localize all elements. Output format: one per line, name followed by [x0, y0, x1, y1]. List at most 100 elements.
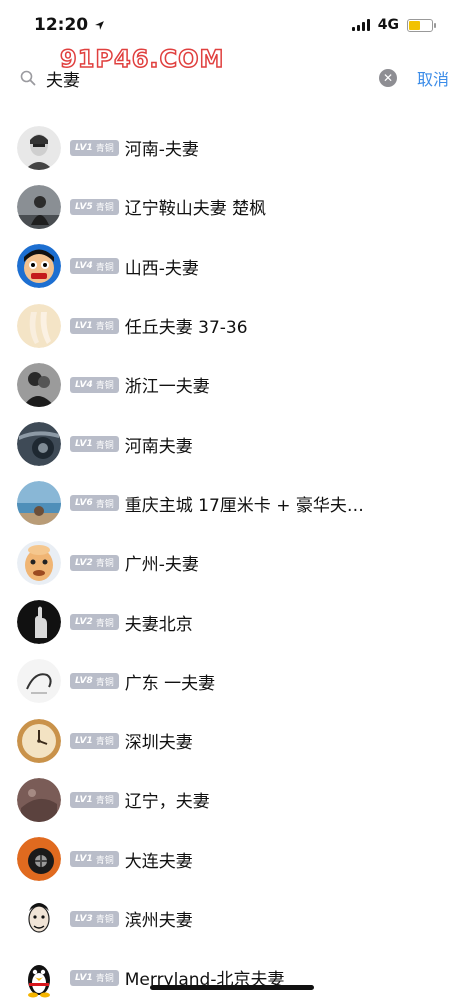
close-icon: ✕: [382, 71, 394, 85]
level-badge: LV4 青铜: [70, 258, 119, 275]
group-name: 山西-夫妻: [124, 258, 199, 279]
search-results-list: LV1 青铜 河南-夫妻 LV5 青铜 辽宁鞍山夫妻 楚枫 LV4 青铜 山西-夫妻 LV1 青铜任…: [0, 118, 463, 1000]
level-text: LV1: [75, 320, 93, 331]
group-avatar: [17, 540, 61, 585]
level-badge: LV1 青铜: [70, 317, 119, 334]
time-text: 12:20: [34, 15, 89, 35]
status-bar: 12:20 4G: [0, 0, 463, 50]
level-badge: LV1 青铜: [70, 851, 119, 868]
group-avatar: [17, 718, 61, 763]
group-result-item[interactable]: LV1 青铜 河南夫妻: [0, 414, 463, 473]
tier-text: 青铜: [95, 381, 114, 392]
level-text: LV1: [75, 439, 93, 450]
battery-level: [409, 20, 420, 30]
group-result-item[interactable]: LV4 青铜 浙江一夫妻: [0, 355, 463, 414]
level-text: LV5: [75, 201, 93, 212]
group-name: 辽宁，夫妻: [124, 792, 210, 813]
level-badge: LV4 青铜: [70, 376, 119, 393]
group-name: 广州-夫妻: [124, 555, 199, 576]
level-badge: LV1 青铜: [70, 791, 119, 808]
group-result-item[interactable]: LV1 青铜 辽宁，夫妻: [0, 770, 463, 829]
group-avatar: [17, 303, 61, 348]
level-text: LV2: [75, 557, 93, 568]
group-result-item[interactable]: LV1 青铜 深圳夫妻: [0, 711, 463, 770]
group-name: 大连夫妻: [124, 851, 193, 872]
group-result-item[interactable]: LV6 青铜 重庆主城 17厘米卡 + 豪华夫妻群: [0, 474, 463, 533]
home-indicator: [150, 985, 314, 990]
tier-text: 青铜: [95, 322, 114, 333]
level-text: LV4: [75, 379, 93, 390]
level-text: LV1: [75, 142, 93, 153]
group-name: 重庆主城 17厘米卡 + 豪华夫妻群: [124, 495, 375, 516]
group-avatar: [17, 244, 61, 289]
level-text: LV2: [75, 617, 93, 628]
group-avatar: [17, 422, 61, 467]
group-name: 深圳夫妻: [124, 733, 193, 754]
group-avatar: [17, 600, 61, 645]
group-name: 河南-夫妻: [124, 140, 199, 161]
level-text: LV1: [75, 972, 93, 983]
tier-text: 青铜: [95, 203, 114, 214]
tier-text: 青铜: [95, 915, 114, 925]
level-text: LV3: [75, 913, 93, 924]
group-result-item[interactable]: LV1 青铜 Merryland-北京夫妻: [0, 948, 463, 1000]
tier-text: 青铜: [95, 144, 114, 155]
level-badge: LV3 青铜: [70, 910, 119, 927]
network-type: 4G: [377, 17, 399, 33]
tier-text: 青铜: [95, 262, 114, 273]
group-result-item[interactable]: LV3 青铜 滨州夫妻: [0, 889, 463, 948]
group-result-item[interactable]: LV2 青铜 夫妻北京: [0, 592, 463, 651]
level-badge: LV8 青铜: [70, 673, 119, 690]
group-avatar: [17, 837, 61, 882]
level-badge: LV1 青铜: [70, 969, 119, 986]
clear-search-button[interactable]: ✕: [378, 69, 397, 87]
cancel-button[interactable]: 取消: [417, 66, 449, 90]
group-avatar: [17, 481, 61, 526]
level-badge: LV6 青铜: [70, 495, 119, 512]
group-result-item[interactable]: LV1 青铜 河南-夫妻: [0, 118, 463, 177]
location-arrow-icon: [95, 20, 105, 30]
level-badge: LV1 青铜: [70, 139, 119, 156]
group-avatar: [17, 777, 61, 822]
tier-text: 青铜: [95, 440, 114, 451]
level-text: LV6: [75, 498, 93, 509]
level-badge: LV5 青铜: [70, 198, 119, 215]
level-text: LV8: [75, 676, 93, 687]
status-indicators: 4G: [351, 17, 436, 33]
cellular-signal-icon: [351, 19, 370, 31]
group-result-item[interactable]: LV8 青铜 广东 一夫妻: [0, 652, 463, 711]
group-avatar: [17, 659, 61, 704]
group-name: 夫妻北京: [124, 614, 193, 635]
group-avatar: [17, 362, 61, 407]
group-name: 浙江一夫妻: [124, 377, 210, 398]
group-result-item[interactable]: LV5 青铜 辽宁鞍山夫妻 楚枫: [0, 177, 463, 236]
group-avatar: [17, 955, 61, 1000]
search-icon: [20, 70, 36, 86]
group-name: 任丘夫妻 37-36: [124, 318, 248, 339]
watermark-text: 91P46.COM: [59, 44, 225, 74]
group-result-item[interactable]: LV4 青铜 山西-夫妻: [0, 237, 463, 296]
tier-text: 青铜: [95, 796, 114, 807]
tier-text: 青铜: [95, 559, 114, 570]
level-badge: LV2 青铜: [70, 554, 119, 571]
tier-text: 青铜: [95, 737, 114, 748]
group-name: 滨州夫妻: [124, 911, 193, 931]
tier-text: 青铜: [95, 974, 114, 985]
level-text: LV1: [75, 854, 93, 865]
group-result-item[interactable]: LV2 青铜 广州-夫妻: [0, 533, 463, 592]
level-text: LV1: [75, 794, 93, 805]
group-name: 广东 一夫妻: [124, 673, 216, 694]
group-result-item[interactable]: LV1 青铜 大连夫妻: [0, 830, 463, 889]
level-badge: LV2 青铜: [70, 614, 119, 631]
group-name: 辽宁鞍山夫妻 楚枫: [124, 199, 267, 220]
tier-text: 青铜: [95, 855, 114, 866]
group-avatar: [17, 896, 61, 941]
battery-icon: [407, 18, 436, 32]
level-badge: LV1 青铜: [70, 436, 119, 453]
level-text: LV4: [75, 261, 93, 272]
level-text: LV1: [75, 735, 93, 746]
group-result-item[interactable]: LV1 青铜 任丘夫妻 37-36: [0, 296, 463, 355]
tier-text: 青铜: [95, 499, 114, 510]
tier-text: 青铜: [95, 618, 114, 629]
search-bar: 91P46.COM ✕ 取消: [0, 44, 463, 106]
